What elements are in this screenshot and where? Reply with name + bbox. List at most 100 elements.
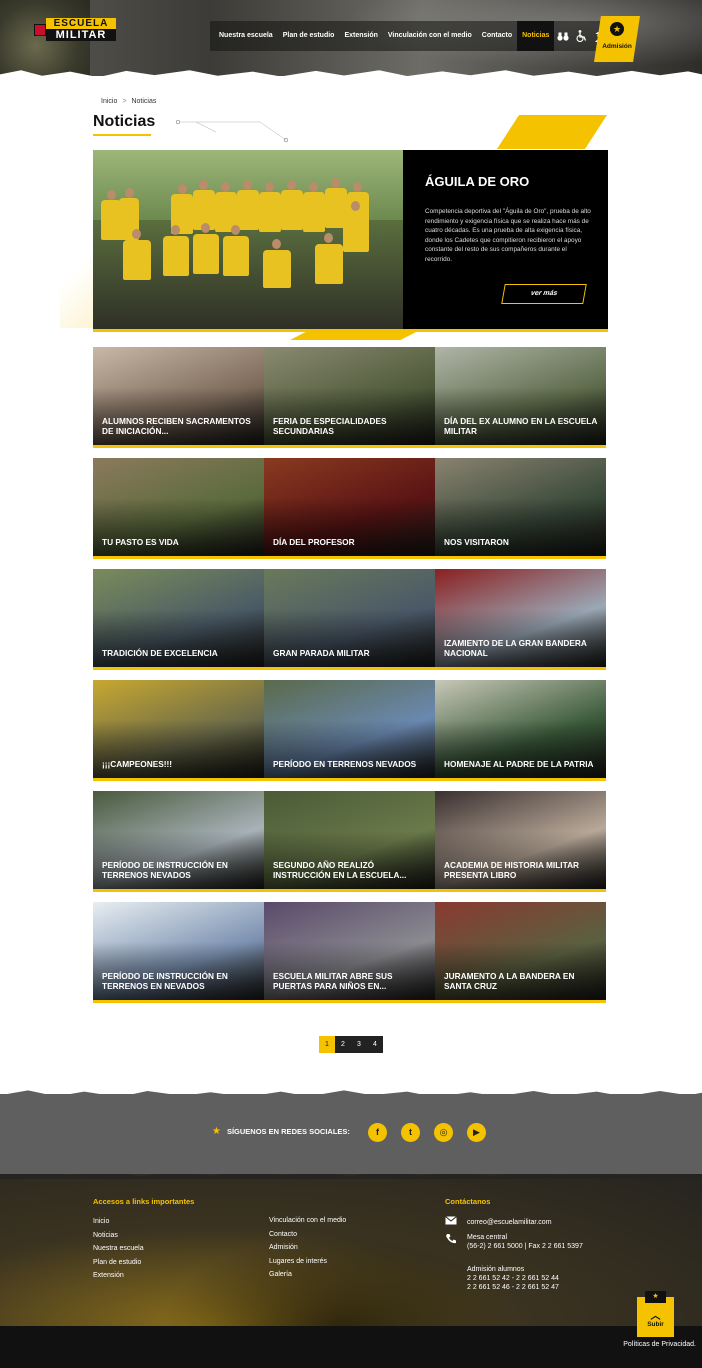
footer-link-galeria[interactable]: Galería	[269, 1271, 292, 1278]
page-4-button[interactable]: 4	[367, 1036, 383, 1053]
news-card-title[interactable]: IZAMIENTO DE LA GRAN BANDERA NACIONAL	[444, 638, 599, 658]
footer-email[interactable]: correo@escuelamilitar.com	[467, 1218, 552, 1227]
footer-link-inicio[interactable]: Inicio	[93, 1218, 109, 1225]
news-card[interactable]: TU PASTO ES VIDA	[93, 458, 264, 559]
nav-noticias[interactable]: Noticias	[517, 21, 555, 51]
binoculars-icon[interactable]	[554, 21, 572, 51]
footer-admision-title: Admisión alumnos	[467, 1266, 525, 1273]
page-1-button[interactable]: 1	[319, 1036, 335, 1053]
nav-plan-de-estudio[interactable]: Plan de estudio	[278, 21, 340, 51]
footer-link-noticias[interactable]: Noticias	[93, 1232, 118, 1239]
news-card-accent-bar	[264, 556, 435, 559]
news-card[interactable]: ¡¡¡CAMPEONES!!!	[93, 680, 264, 781]
featured-panel: ÁGUILA DE ORO Competencia deportiva del …	[403, 150, 608, 332]
news-card[interactable]: PERÍODO DE INSTRUCCIÓN EN TERRENOS NEVAD…	[93, 791, 264, 892]
footer-link-plan-de-estudio[interactable]: Plan de estudio	[93, 1259, 141, 1266]
subir-button[interactable]: ★ ︿ Subir	[637, 1291, 674, 1337]
chevron-up-icon: ︿	[650, 1311, 661, 1322]
wheelchair-icon[interactable]	[572, 21, 590, 51]
news-card[interactable]: ESCUELA MILITAR ABRE SUS PUERTAS PARA NI…	[264, 902, 435, 1003]
news-card-title[interactable]: DÍA DEL PROFESOR	[273, 537, 428, 547]
news-card-title[interactable]: ALUMNOS RECIBEN SACRAMENTOS DE INICIACIÓ…	[102, 416, 257, 436]
news-card[interactable]: IZAMIENTO DE LA GRAN BANDERA NACIONAL	[435, 569, 606, 670]
footer-admision-phones-2: 2 2 661 52 46 - 2 2 661 52 47	[467, 1284, 559, 1291]
news-card[interactable]: TRADICIÓN DE EXCELENCIA	[93, 569, 264, 670]
news-card-title[interactable]: ESCUELA MILITAR ABRE SUS PUERTAS PARA NI…	[273, 971, 428, 991]
facebook-icon[interactable]: f	[368, 1123, 387, 1142]
news-card[interactable]: HOMENAJE AL PADRE DE LA PATRIA	[435, 680, 606, 781]
news-card-accent-bar	[93, 778, 264, 781]
news-card-shade	[93, 720, 264, 781]
breadcrumb-home[interactable]: Inicio	[101, 98, 117, 105]
nav-vinculacion[interactable]: Vinculación con el medio	[383, 21, 477, 51]
nav-nuestra-escuela[interactable]: Nuestra escuela	[214, 21, 278, 51]
news-card-title[interactable]: ACADEMIA DE HISTORIA MILITAR PRESENTA LI…	[444, 860, 599, 880]
footer-phone-title: Mesa central	[467, 1234, 508, 1241]
news-card-accent-bar	[435, 889, 606, 892]
footer-link-vinculacion[interactable]: Vinculación con el medio	[269, 1217, 346, 1224]
news-card-shade	[264, 498, 435, 559]
footer-link-admision[interactable]: Admisión	[269, 1244, 298, 1251]
instagram-icon[interactable]: ◎	[434, 1123, 453, 1142]
news-card-title[interactable]: ¡¡¡CAMPEONES!!!	[102, 759, 257, 769]
phone-icon	[445, 1233, 457, 1248]
news-card-title[interactable]: PERÍODO EN TERRENOS NEVADOS	[273, 759, 428, 769]
news-card[interactable]: ALUMNOS RECIBEN SACRAMENTOS DE INICIACIÓ…	[93, 347, 264, 448]
admision-button[interactable]: ★ Admisión	[594, 16, 640, 62]
featured-news[interactable]: ÁGUILA DE ORO Competencia deportiva del …	[93, 150, 608, 332]
news-card[interactable]: JURAMENTO A LA BANDERA EN SANTA CRUZ	[435, 902, 606, 1003]
news-card-title[interactable]: PERÍODO DE INSTRUCCIÓN EN TERRENOS NEVAD…	[102, 860, 257, 880]
page-3-button[interactable]: 3	[351, 1036, 367, 1053]
site-logo[interactable]: ESCUELA MILITAR	[34, 18, 118, 44]
news-card-accent-bar	[264, 889, 435, 892]
footer-link-lugares[interactable]: Lugares de interés	[269, 1258, 327, 1265]
news-card[interactable]: PERÍODO DE INSTRUCCIÓN EN TERRENOS EN NE…	[93, 902, 264, 1003]
news-card[interactable]: NOS VISITARON	[435, 458, 606, 559]
news-card[interactable]: DÍA DEL EX ALUMNO EN LA ESCUELA MILITAR	[435, 347, 606, 448]
nav-extension[interactable]: Extensión	[339, 21, 382, 51]
page-2-button[interactable]: 2	[335, 1036, 351, 1053]
news-card-title[interactable]: FERIA DE ESPECIALIDADES SECUNDARIAS	[273, 416, 428, 436]
news-card-accent-bar	[93, 556, 264, 559]
news-card-title[interactable]: GRAN PARADA MILITAR	[273, 648, 428, 658]
site-footer: Accesos a links importantes Inicio Notic…	[0, 1174, 702, 1326]
news-card-title[interactable]: TU PASTO ES VIDA	[102, 537, 257, 547]
news-card-title[interactable]: TRADICIÓN DE EXCELENCIA	[102, 648, 257, 658]
news-card-accent-bar	[93, 889, 264, 892]
ver-mas-button[interactable]: ver más	[501, 284, 587, 304]
footer-link-nuestra-escuela[interactable]: Nuestra escuela	[93, 1245, 144, 1252]
news-card-accent-bar	[264, 778, 435, 781]
news-card-title[interactable]: HOMENAJE AL PADRE DE LA PATRIA	[444, 759, 599, 769]
twitter-icon[interactable]: t	[401, 1123, 420, 1142]
news-card[interactable]: DÍA DEL PROFESOR	[264, 458, 435, 559]
news-card-title[interactable]: DÍA DEL EX ALUMNO EN LA ESCUELA MILITAR	[444, 416, 599, 436]
footer-link-extension[interactable]: Extensión	[93, 1272, 124, 1279]
featured-description: Competencia deportiva del "Águila de Oro…	[425, 208, 591, 263]
breadcrumb-current: Noticias	[131, 98, 157, 105]
news-card[interactable]: PERÍODO EN TERRENOS NEVADOS	[264, 680, 435, 781]
breadcrumb: Inicio > Noticias	[101, 98, 156, 105]
footer-torn-edge	[0, 1174, 702, 1179]
news-card-accent-bar	[93, 445, 264, 448]
privacy-link[interactable]: Políticas de Privacidad.	[623, 1341, 696, 1348]
news-card-accent-bar	[264, 1000, 435, 1003]
featured-image	[93, 150, 403, 332]
nav-contacto[interactable]: Contacto	[477, 21, 517, 51]
news-card-accent-bar	[435, 556, 606, 559]
youtube-icon[interactable]: ▶	[467, 1123, 486, 1142]
news-card[interactable]: GRAN PARADA MILITAR	[264, 569, 435, 670]
star-icon: ★	[645, 1291, 666, 1303]
footer-admision-phones-1: 2 2 661 52 42 - 2 2 661 52 44	[467, 1275, 559, 1282]
news-card-title[interactable]: JURAMENTO A LA BANDERA EN SANTA CRUZ	[444, 971, 599, 991]
envelope-icon	[445, 1216, 457, 1228]
news-card-title[interactable]: PERÍODO DE INSTRUCCIÓN EN TERRENOS EN NE…	[102, 971, 257, 991]
news-card-title[interactable]: NOS VISITARON	[444, 537, 599, 547]
news-card[interactable]: SEGUNDO AÑO REALIZÓ INSTRUCCIÓN EN LA ES…	[264, 791, 435, 892]
news-card-title[interactable]: SEGUNDO AÑO REALIZÓ INSTRUCCIÓN EN LA ES…	[273, 860, 428, 880]
star-icon: ★	[610, 22, 624, 36]
featured-title[interactable]: ÁGUILA DE ORO	[425, 174, 529, 189]
header-torn-edge	[0, 70, 702, 76]
footer-link-contacto[interactable]: Contacto	[269, 1231, 297, 1238]
news-card[interactable]: ACADEMIA DE HISTORIA MILITAR PRESENTA LI…	[435, 791, 606, 892]
news-card[interactable]: FERIA DE ESPECIALIDADES SECUNDARIAS	[264, 347, 435, 448]
